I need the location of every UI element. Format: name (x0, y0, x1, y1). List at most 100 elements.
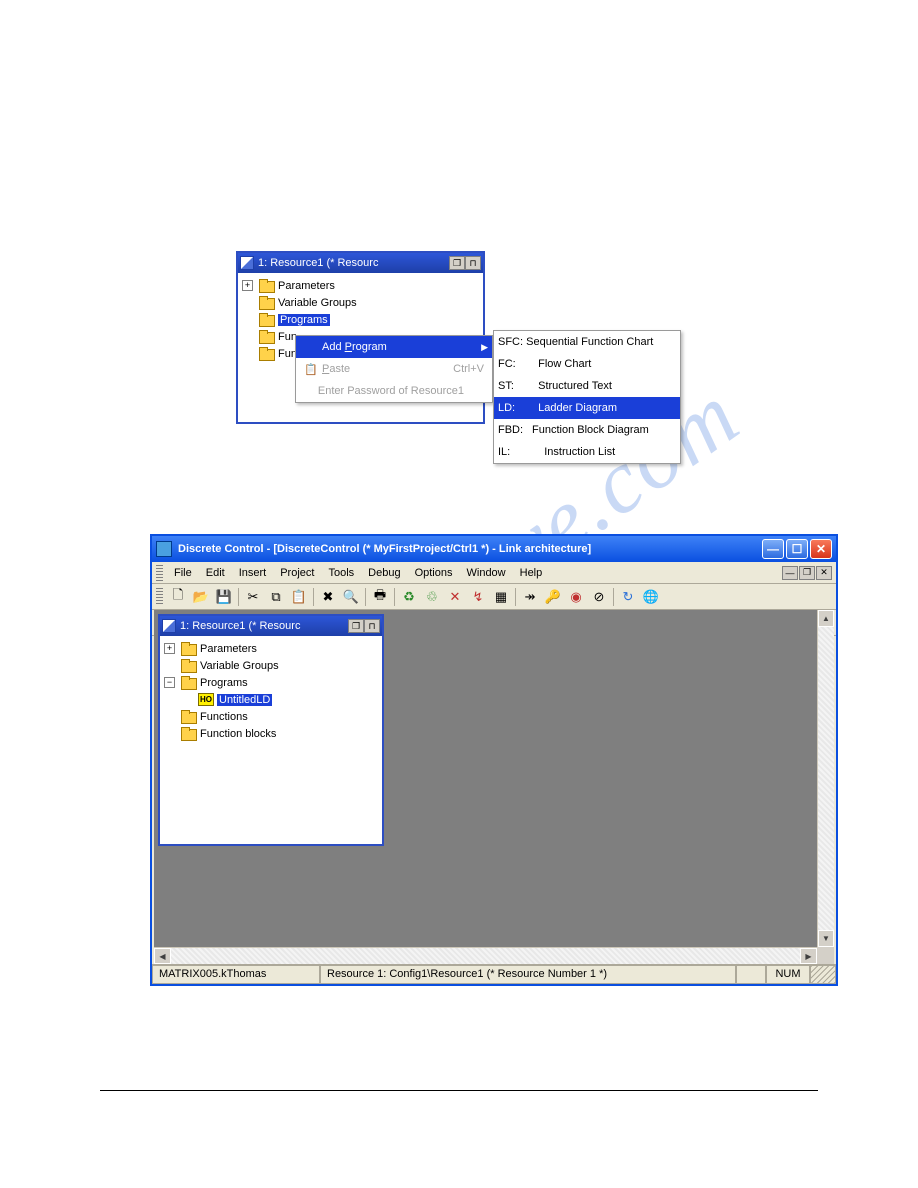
build-button[interactable]: ♻ (398, 586, 420, 608)
child-titlebar-2[interactable]: 1: Resource1 (* Resourc ❐ ⊓ (160, 616, 382, 636)
maximize-button[interactable]: ☐ (786, 539, 808, 559)
folder-icon (259, 313, 275, 326)
folder-icon (181, 642, 197, 655)
vertical-scrollbar[interactable]: ▲ ▼ (817, 610, 834, 947)
status-resource: Resource 1: Config1\Resource1 (* Resourc… (320, 965, 736, 984)
toolbar-1: 🗋 📂 💾 ✂ ⧉ 📋 ✖ 🔍 🖶 ♻ ♲ ✕ ↯ ▦ ↠ 🔑 ◉ ⊘ ↻ 🌐 (152, 584, 836, 610)
breakpoint-button[interactable]: ◉ (565, 586, 587, 608)
tree-item-variable-groups[interactable]: Variable Groups (278, 297, 357, 309)
menu-tools[interactable]: Tools (321, 565, 361, 581)
child-titlebar[interactable]: 1: Resource1 (* Resourc ❐ ⊓ (238, 253, 483, 273)
context-submenu-program-type: SFC: Sequential Function Chart FC: Flow … (493, 330, 681, 464)
toolbar-grip-icon[interactable] (156, 588, 163, 606)
stop-button[interactable]: ✕ (444, 586, 466, 608)
child-title-2: 1: Resource1 (* Resourc (180, 620, 348, 632)
folder-icon (259, 279, 275, 292)
menu-item-st[interactable]: ST: Structured Text (494, 375, 680, 397)
menu-debug[interactable]: Debug (361, 565, 407, 581)
context-menu-programs: Add Program ▶ 📋 Paste Ctrl+V Enter Passw… (295, 335, 493, 403)
menu-project[interactable]: Project (273, 565, 321, 581)
tree-item-programs[interactable]: Programs (278, 314, 330, 326)
save-button[interactable]: 💾 (213, 586, 235, 608)
menu-item-fc[interactable]: FC: Flow Chart (494, 353, 680, 375)
clear-bp-button[interactable]: ⊘ (588, 586, 610, 608)
submenu-arrow-icon: ▶ (478, 342, 488, 353)
tree-item-variable-groups[interactable]: Variable Groups (200, 660, 279, 672)
step-button[interactable]: ↠ (519, 586, 541, 608)
close-button[interactable]: ✕ (810, 539, 832, 559)
restore-button[interactable]: ❐ (449, 256, 465, 270)
scroll-track[interactable] (818, 627, 834, 930)
menu-window[interactable]: Window (460, 565, 513, 581)
expand-icon[interactable]: + (242, 280, 253, 291)
tree-item-function-blocks[interactable]: Function blocks (200, 728, 276, 740)
folder-icon (259, 296, 275, 309)
scroll-corner (817, 947, 834, 964)
menu-options[interactable]: Options (408, 565, 460, 581)
child-title: 1: Resource1 (* Resourc (258, 257, 449, 269)
tree-item-functions[interactable]: Functions (200, 711, 248, 723)
mdi-icon (162, 619, 176, 633)
toolbar-grip-icon[interactable] (156, 565, 163, 581)
folder-icon (259, 347, 275, 360)
delete-button[interactable]: ✖ (317, 586, 339, 608)
tree-item-programs[interactable]: Programs (200, 677, 248, 689)
status-empty (736, 965, 766, 984)
key-button[interactable]: 🔑 (542, 586, 564, 608)
refresh-button[interactable]: ↻ (617, 586, 639, 608)
menu-item-add-program[interactable]: Add Program ▶ (296, 336, 492, 358)
resource-tree-2: + Parameters Variable Groups − Programs … (160, 636, 382, 832)
cut-button[interactable]: ✂ (242, 586, 264, 608)
scroll-up-icon[interactable]: ▲ (818, 610, 834, 627)
menu-item-paste: 📋 Paste Ctrl+V (296, 358, 492, 380)
menu-item-il[interactable]: IL: Instruction List (494, 441, 680, 463)
menu-item-fbd[interactable]: FBD: Function Block Diagram (494, 419, 680, 441)
download-button[interactable]: ↯ (467, 586, 489, 608)
folder-icon (259, 330, 275, 343)
folder-icon (181, 710, 197, 723)
tree-item-parameters[interactable]: Parameters (200, 643, 257, 655)
mdi-minimize-button[interactable]: — (782, 566, 798, 580)
rebuild-button[interactable]: ♲ (421, 586, 443, 608)
collapse-icon[interactable]: − (164, 677, 175, 688)
maximize-button[interactable]: ⊓ (465, 256, 481, 270)
main-title: Discrete Control - [DiscreteControl (* M… (178, 543, 760, 555)
minimize-button[interactable]: — (762, 539, 784, 559)
open-button[interactable]: 📂 (190, 586, 212, 608)
new-button[interactable]: 🗋 (167, 586, 189, 608)
mdi-icon (240, 256, 254, 270)
menu-help[interactable]: Help (513, 565, 550, 581)
maximize-button[interactable]: ⊓ (364, 619, 380, 633)
mdi-client-area: 1: Resource1 (* Resourc ❐ ⊓ + Parameters… (154, 610, 834, 964)
folder-icon (181, 727, 197, 740)
horizontal-scrollbar[interactable]: ◀ ▶ (154, 947, 817, 964)
tree-item-untitled-ld[interactable]: UntitledLD (217, 694, 272, 706)
resize-grip-icon[interactable] (810, 965, 836, 984)
print-button[interactable]: 🖶 (369, 586, 391, 608)
menu-insert[interactable]: Insert (232, 565, 274, 581)
main-titlebar[interactable]: Discrete Control - [DiscreteControl (* M… (152, 536, 836, 562)
menu-file[interactable]: File (167, 565, 199, 581)
menu-item-sfc[interactable]: SFC: Sequential Function Chart (494, 331, 680, 353)
menubar: File Edit Insert Project Tools Debug Opt… (152, 562, 836, 584)
scroll-right-icon[interactable]: ▶ (800, 948, 817, 964)
scroll-down-icon[interactable]: ▼ (818, 930, 834, 947)
mdi-restore-button[interactable]: ❐ (799, 566, 815, 580)
browser-button[interactable]: 🌐 (640, 586, 662, 608)
scroll-track[interactable] (171, 948, 800, 964)
folder-icon (181, 659, 197, 672)
menu-edit[interactable]: Edit (199, 565, 232, 581)
tree-item-parameters[interactable]: Parameters (278, 280, 335, 292)
menu-item-enter-password: Enter Password of Resource1 (296, 380, 492, 402)
copy-button[interactable]: ⧉ (265, 586, 287, 608)
simulate-button[interactable]: ▦ (490, 586, 512, 608)
menu-item-ld[interactable]: LD: Ladder Diagram (494, 397, 680, 419)
paste-button[interactable]: 📋 (288, 586, 310, 608)
mdi-close-button[interactable]: ✕ (816, 566, 832, 580)
find-button[interactable]: 🔍 (340, 586, 362, 608)
accelerator-text: Ctrl+V (453, 363, 488, 375)
scroll-left-icon[interactable]: ◀ (154, 948, 171, 964)
restore-button[interactable]: ❐ (348, 619, 364, 633)
statusbar: MATRIX005.kThomas Resource 1: Config1\Re… (152, 964, 836, 984)
expand-icon[interactable]: + (164, 643, 175, 654)
